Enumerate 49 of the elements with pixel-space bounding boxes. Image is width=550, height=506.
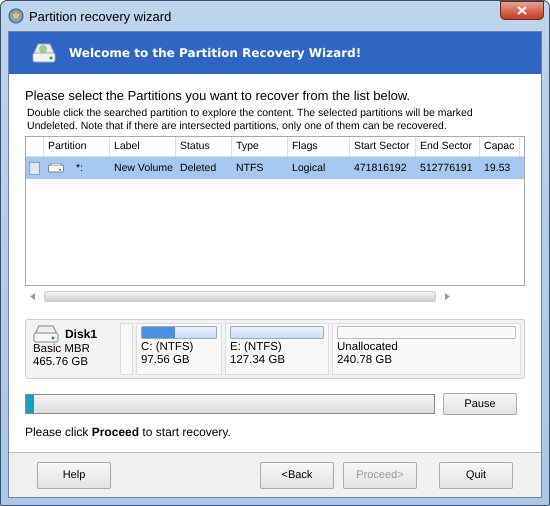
table-cell: 512776191 (420, 162, 473, 174)
status-text: Please click Proceed to start recovery. (25, 425, 232, 439)
column-header[interactable]: Capac (480, 137, 520, 156)
star-disc-icon (8, 8, 24, 24)
column-header[interactable]: Status (176, 137, 232, 156)
disk-type: Basic MBR (33, 343, 91, 356)
disk-size: 465.76 GB (33, 356, 89, 369)
note-text: Double click the searched partition to explore the content. The selected partitions will be marked Undeleted. Note that if there are intersected partitions, only one of them can be recovered. (26, 107, 474, 133)
checkbox[interactable] (29, 162, 40, 174)
column-header[interactable]: Label (110, 137, 176, 156)
banner-title: Welcome to the Partition Recovery Wizard! (69, 46, 362, 60)
wizard-button[interactable]: Help (37, 462, 111, 488)
scrollbar-thumb[interactable] (44, 291, 436, 302)
drive-icon (48, 163, 64, 173)
wizard-button[interactable]: <Back (260, 462, 334, 488)
partition-name: C: (NTFS) (141, 341, 194, 354)
close-button[interactable] (500, 1, 544, 20)
scroll-left-icon[interactable] (30, 293, 35, 300)
table-cell: NTFS (236, 162, 264, 174)
table-cell: 471816192 (354, 162, 407, 174)
table-cell: *: (76, 162, 84, 174)
hard-drive-icon (33, 325, 59, 343)
window-title: Partition recovery wizard (29, 8, 172, 24)
wizard-button[interactable]: Quit (439, 462, 513, 488)
small-partition-block (120, 323, 133, 375)
scroll-right-icon[interactable] (445, 293, 450, 300)
partition-block[interactable]: C: (NTFS) 97.56 GB (136, 323, 222, 375)
table-cell: 19.53 (484, 162, 510, 174)
instruction-text: Please select the Partitions you want to recover from the list below. (25, 88, 412, 103)
partition-size: 240.78 GB (337, 354, 393, 367)
hard-drive-icon (31, 41, 57, 65)
column-header[interactable]: Start Sector (350, 137, 416, 156)
table-cell: Logical (292, 162, 326, 174)
close-icon (517, 6, 527, 15)
partition-block[interactable]: E: (NTFS) 127.34 GB (225, 323, 329, 375)
column-header[interactable]: Flags (288, 137, 350, 156)
column-header[interactable]: Partition (44, 137, 110, 156)
column-header[interactable]: End Sector (416, 137, 480, 156)
table-cell: New Volume (114, 162, 173, 174)
disk-name: Disk1 (65, 328, 98, 340)
column-header[interactable]: Type (232, 137, 288, 156)
partition-block[interactable]: Unallocated 240.78 GB (332, 323, 521, 375)
partition-size: 127.34 GB (230, 354, 286, 367)
partition-name: E: (NTFS) (230, 341, 283, 354)
partition-size: 97.56 GB (141, 354, 191, 367)
pause-button[interactable]: Pause (443, 393, 517, 415)
partition-name: Unallocated (337, 341, 399, 354)
table-row[interactable]: *: New Volume Deleted NTFS Logical 471816192 512776191 19.53 (26, 157, 524, 179)
table-cell: Deleted (180, 162, 216, 174)
